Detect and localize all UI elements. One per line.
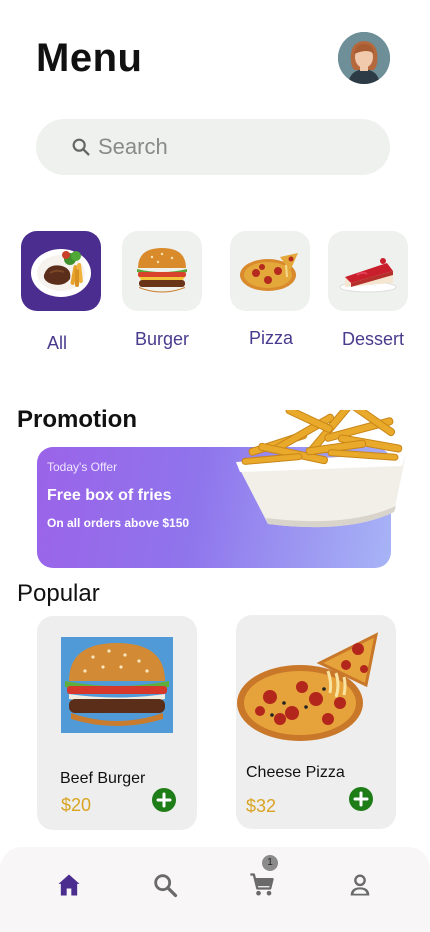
- category-burger[interactable]: [122, 231, 202, 311]
- page-title: Menu: [36, 36, 143, 80]
- category-label-all: All: [47, 333, 68, 353]
- product-card-beef-burger[interactable]: Beef Burger $20: [37, 616, 197, 830]
- search-icon: [72, 138, 90, 156]
- category-label-dessert: Dessert: [342, 329, 405, 349]
- search-bar[interactable]: [36, 119, 390, 175]
- nav-home[interactable]: [53, 869, 85, 901]
- nav-cart[interactable]: 1: [246, 855, 278, 901]
- product-price: $32: [246, 796, 277, 816]
- add-to-cart-button[interactable]: [152, 788, 176, 812]
- cake-slice-icon: [339, 258, 397, 293]
- category-all[interactable]: [21, 231, 101, 311]
- nav-profile[interactable]: [344, 869, 376, 901]
- category-thumb-dessert: [328, 231, 408, 311]
- category-label-burger: Burger: [135, 329, 190, 349]
- plus-icon: [353, 791, 369, 807]
- product-name: Beef Burger: [60, 770, 146, 787]
- product-card-cheese-pizza[interactable]: Cheese Pizza $32: [236, 615, 396, 829]
- fries-image: [236, 410, 406, 528]
- category-dessert[interactable]: [328, 231, 408, 311]
- promo-headline: Free box of fries: [47, 487, 172, 504]
- category-label-pizza: Pizza: [249, 328, 294, 348]
- burger-icon: [137, 248, 187, 293]
- product-name: Cheese Pizza: [246, 764, 345, 781]
- profile-icon: [350, 874, 370, 896]
- avatar[interactable]: [338, 32, 390, 84]
- beef-burger-image: [61, 637, 173, 733]
- product-price: $20: [61, 795, 92, 815]
- promotion-section-title: Promotion: [17, 406, 137, 433]
- cheese-pizza-image: [237, 632, 379, 741]
- search-input[interactable]: [98, 134, 348, 160]
- category-thumb-all: [21, 231, 101, 311]
- category-pizza[interactable]: [230, 231, 310, 311]
- nav-search[interactable]: [149, 869, 181, 901]
- cart-icon: [250, 873, 274, 896]
- plate-meal-icon: [31, 249, 91, 297]
- plus-icon: [156, 792, 172, 808]
- promo-subtext: On all orders above $150: [47, 516, 190, 530]
- category-thumb-pizza: [230, 231, 310, 311]
- popular-section-title: Popular: [17, 580, 100, 607]
- pizza-icon: [240, 253, 298, 291]
- promo-kicker: Today's Offer: [47, 460, 118, 474]
- home-icon: [58, 874, 80, 896]
- category-thumb-burger: [122, 231, 202, 311]
- cart-count-badge: 1: [262, 855, 278, 871]
- add-to-cart-button[interactable]: [349, 787, 373, 811]
- search-icon: [154, 874, 178, 898]
- bottom-navigation: 1: [0, 847, 430, 932]
